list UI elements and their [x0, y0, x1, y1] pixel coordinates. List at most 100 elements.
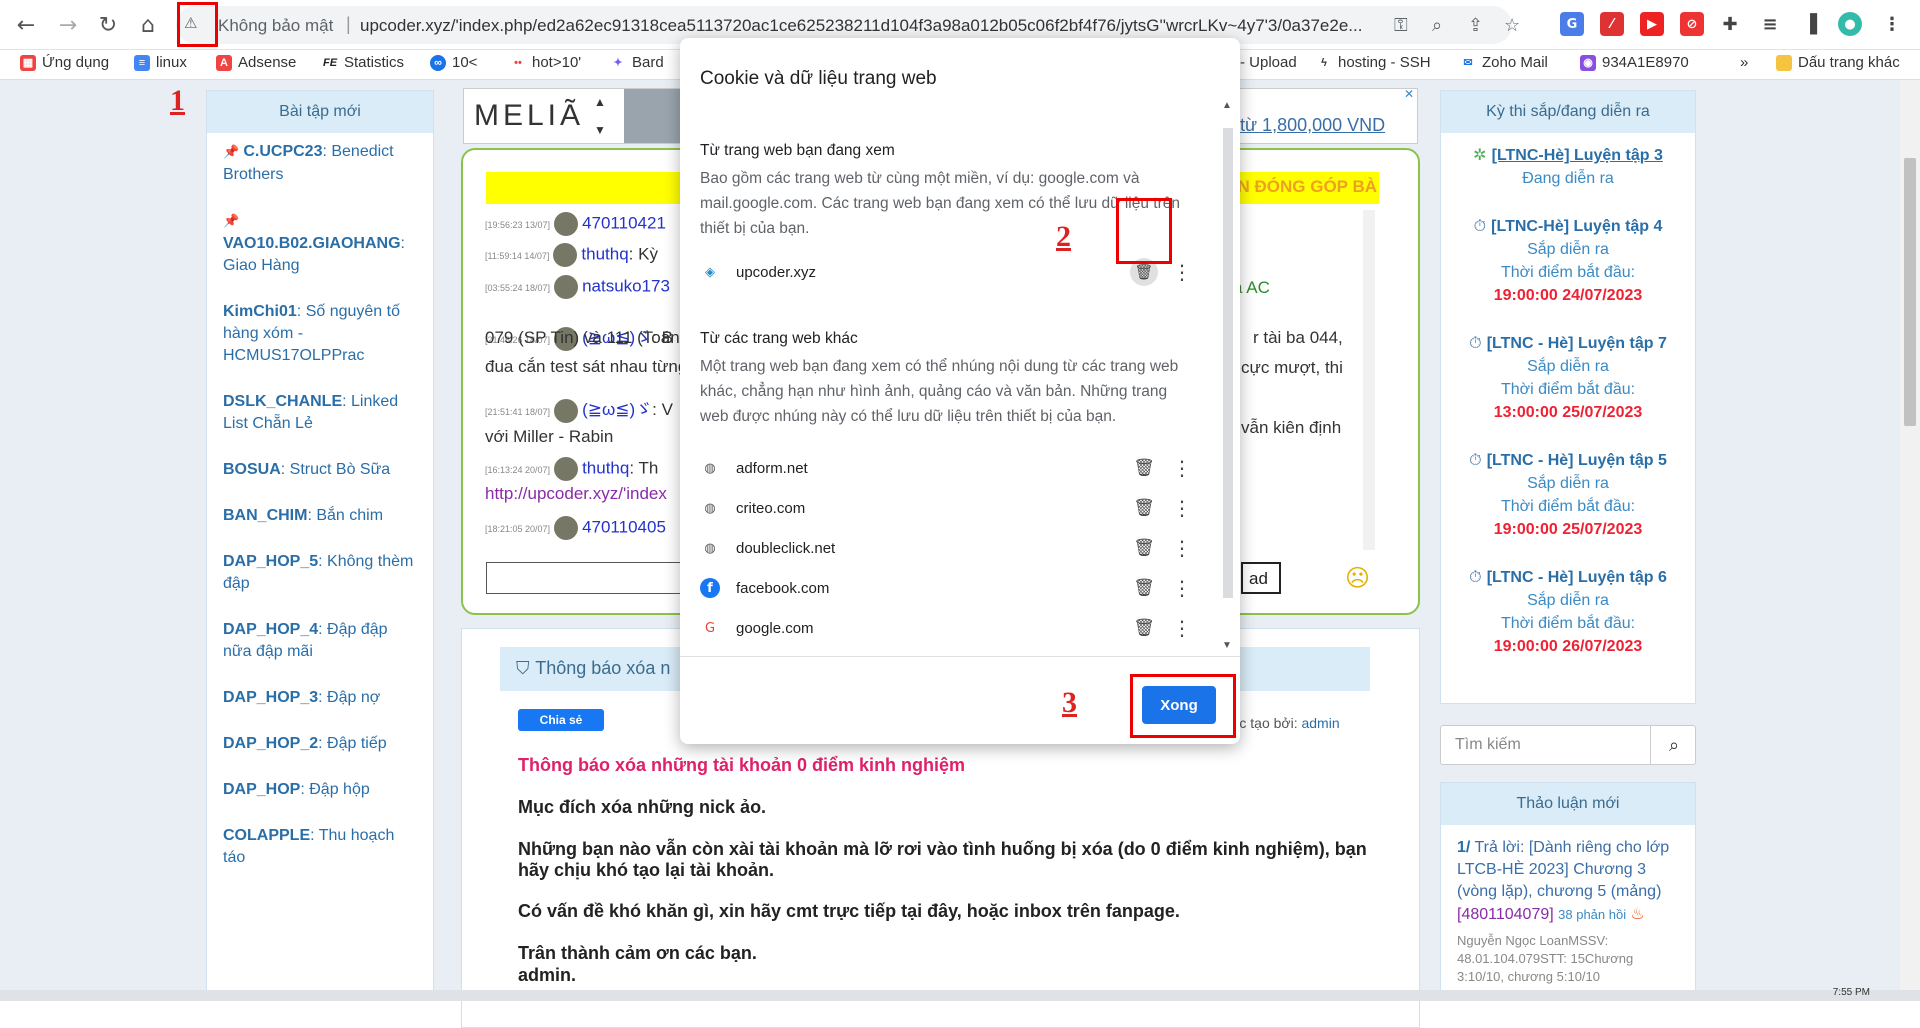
more-options-icon[interactable]: ⋮: [1164, 576, 1200, 600]
bookmark-hot[interactable]: •• hot>10': [510, 54, 581, 71]
avatar[interactable]: [554, 457, 579, 481]
bookmark-linux[interactable]: ≡ linux: [134, 54, 187, 71]
contest-name[interactable]: [LTNC - Hè] Luyện tập 5: [1487, 452, 1667, 469]
exercise-item[interactable]: BAN_CHIM: Bắn chim: [223, 505, 417, 527]
exercise-item[interactable]: 📌 VAO10.B02.GIAOHANG: Giao Hàng: [223, 210, 417, 277]
bookmark-bard[interactable]: ✦ Bard: [610, 54, 664, 71]
exercise-code[interactable]: VAO10.B02.GIAOHANG: [223, 235, 401, 252]
chat-user[interactable]: (≧ω≦)ゞ: [582, 400, 652, 419]
emoji-icon[interactable]: ☹: [1345, 564, 1370, 592]
exercise-item[interactable]: DAP_HOP_3: Đập nợ: [223, 687, 417, 709]
bookmark-apps[interactable]: ▦ Ứng dụng: [20, 54, 109, 71]
exercise-item[interactable]: DAP_HOP_2: Đập tiếp: [223, 733, 417, 755]
bookmark-upload[interactable]: - Upload: [1240, 54, 1297, 71]
exercise-code[interactable]: DAP_HOP_5: [223, 553, 318, 570]
other-bookmarks[interactable]: Dấu trang khác: [1776, 54, 1900, 71]
exercise-code[interactable]: COLAPPLE: [223, 827, 310, 844]
dialog-scroll-thumb[interactable]: [1223, 128, 1233, 598]
chat-input[interactable]: [486, 562, 706, 594]
exercise-item[interactable]: KimChi01: Số nguyên tố hàng xóm - HCMUS1…: [223, 301, 417, 367]
bookmark-discord[interactable]: ◉ 934A1E8970: [1580, 54, 1689, 71]
exercise-name[interactable]: : Đập tiếp: [318, 735, 386, 752]
chat-user[interactable]: natsuko173: [582, 276, 670, 295]
exercise-code[interactable]: DAP_HOP_2: [223, 735, 318, 752]
exercise-code[interactable]: BAN_CHIM: [223, 507, 307, 524]
avatar[interactable]: [553, 243, 578, 267]
chat-send-button[interactable]: ad: [1241, 562, 1281, 594]
contest-name[interactable]: [LTNC-Hè] Luyện tập 4: [1491, 218, 1662, 235]
back-icon[interactable]: ←: [10, 9, 42, 41]
search-icon[interactable]: ⌕: [1653, 726, 1695, 764]
ad-close-icon[interactable]: ✕: [1404, 87, 1414, 101]
scroll-up-icon[interactable]: ▲: [1222, 100, 1232, 111]
exercise-name[interactable]: : Đập nợ: [318, 689, 380, 706]
chat-user[interactable]: 470110405: [582, 517, 666, 536]
chat-scrollbar[interactable]: [1363, 210, 1375, 550]
dialog-scrollbar[interactable]: ▲ ▼: [1220, 100, 1234, 656]
avatar[interactable]: [554, 212, 579, 236]
menu-icon[interactable]: ⋮: [1880, 12, 1904, 36]
scrollbar-thumb[interactable]: [1904, 158, 1916, 426]
chat-user[interactable]: thuthq: [582, 458, 629, 477]
author-link[interactable]: admin: [1301, 715, 1339, 731]
bookmark-statistics[interactable]: FE Statistics: [322, 54, 404, 71]
exercise-code[interactable]: BOSUA: [223, 461, 281, 478]
avatar[interactable]: [554, 398, 579, 423]
pdf-icon[interactable]: ⁄: [1600, 12, 1624, 36]
avatar[interactable]: ●: [1838, 12, 1862, 36]
exercise-item[interactable]: 📌 C.UCPC23: Benedict Brothers: [223, 141, 417, 186]
more-options-icon[interactable]: ⋮: [1164, 496, 1200, 520]
discussion-title[interactable]: Trả lời: [Dành riêng cho lớp LTCB-HÈ 202…: [1457, 839, 1669, 900]
ad-arrows[interactable]: ▲ ▼: [594, 95, 606, 137]
facebook-share-button[interactable]: Chia sẻ: [518, 709, 604, 731]
shield-icon[interactable]: ▶: [1640, 12, 1664, 36]
delete-icon[interactable]: 🗑: [1124, 618, 1164, 638]
exercise-item[interactable]: BOSUA: Struct Bò Sữa: [223, 459, 417, 481]
key-icon[interactable]: ⚿: [1394, 15, 1408, 36]
exercise-name[interactable]: : Đập hộp: [300, 781, 369, 798]
forward-icon[interactable]: →: [52, 9, 84, 41]
chat-user[interactable]: thuthq: [581, 244, 628, 263]
exercise-item[interactable]: DAP_HOP_5: Không thèm đập: [223, 551, 417, 595]
exercise-name[interactable]: : Bắn chim: [307, 507, 383, 524]
block-icon[interactable]: ⊘: [1680, 12, 1704, 36]
exercise-item[interactable]: DAP_HOP_4: Đập đập nữa đập mãi: [223, 619, 417, 663]
more-options-icon[interactable]: ⋮: [1164, 536, 1200, 560]
contest-name[interactable]: [LTNC-Hè] Luyện tập 3: [1492, 147, 1663, 164]
contest-name[interactable]: [LTNC - Hè] Luyện tập 7: [1487, 335, 1667, 352]
zoom-icon[interactable]: ⌕: [1432, 15, 1442, 36]
exercise-item[interactable]: DSLK_CHANLE: Linked List Chẵn Lẻ: [223, 391, 417, 435]
exercise-item[interactable]: COLAPPLE: Thu hoạch táo: [223, 825, 417, 869]
scroll-down-icon[interactable]: ▼: [1222, 640, 1232, 651]
exercise-name[interactable]: : Struct Bò Sữa: [281, 461, 390, 478]
more-options-icon[interactable]: ⋮: [1164, 456, 1200, 480]
share-icon[interactable]: ⇪: [1468, 15, 1483, 36]
contest-name[interactable]: [LTNC - Hè] Luyện tập 6: [1487, 569, 1667, 586]
exercise-code[interactable]: C.UCPC23: [243, 143, 322, 160]
star-icon[interactable]: ☆: [1504, 15, 1520, 36]
avatar[interactable]: [554, 275, 579, 299]
more-options-icon[interactable]: ⋮: [1164, 616, 1200, 640]
bookmark-10[interactable]: ∞ 10<: [430, 54, 477, 71]
chat-link[interactable]: http://upcoder.xyz/'index: [485, 484, 667, 503]
bookmark-zoho[interactable]: ✉ Zoho Mail: [1460, 54, 1548, 71]
search-input[interactable]: Tìm kiếm: [1441, 726, 1651, 764]
delete-icon[interactable]: 🗑: [1124, 538, 1164, 558]
reload-icon[interactable]: ↻: [92, 9, 124, 41]
exercise-code[interactable]: DAP_HOP_4: [223, 621, 318, 638]
exercise-item[interactable]: DAP_HOP: Đập hộp: [223, 779, 417, 801]
bookmarks-more[interactable]: »: [1740, 54, 1748, 71]
page-scrollbar[interactable]: [1900, 80, 1920, 1001]
delete-icon[interactable]: 🗑: [1124, 498, 1164, 518]
url-text[interactable]: upcoder.xyz/'index.php/ed2a62ec91318cea5…: [360, 16, 1390, 36]
puzzle-icon[interactable]: ✚: [1718, 12, 1742, 36]
media-icon[interactable]: ≡: [1758, 12, 1782, 36]
delete-icon[interactable]: 🗑: [1124, 458, 1164, 478]
delete-icon[interactable]: 🗑: [1124, 578, 1164, 598]
chat-user[interactable]: 470110421: [582, 213, 666, 232]
home-icon[interactable]: ⌂: [132, 9, 164, 41]
discussion-item[interactable]: 1/ Trả lời: [Dành riêng cho lớp LTCB-HÈ …: [1441, 825, 1695, 998]
security-label[interactable]: Không bảo mật: [218, 16, 333, 36]
bookmark-adsense[interactable]: A Adsense: [216, 54, 296, 71]
exercise-code[interactable]: KimChi01: [223, 303, 297, 320]
